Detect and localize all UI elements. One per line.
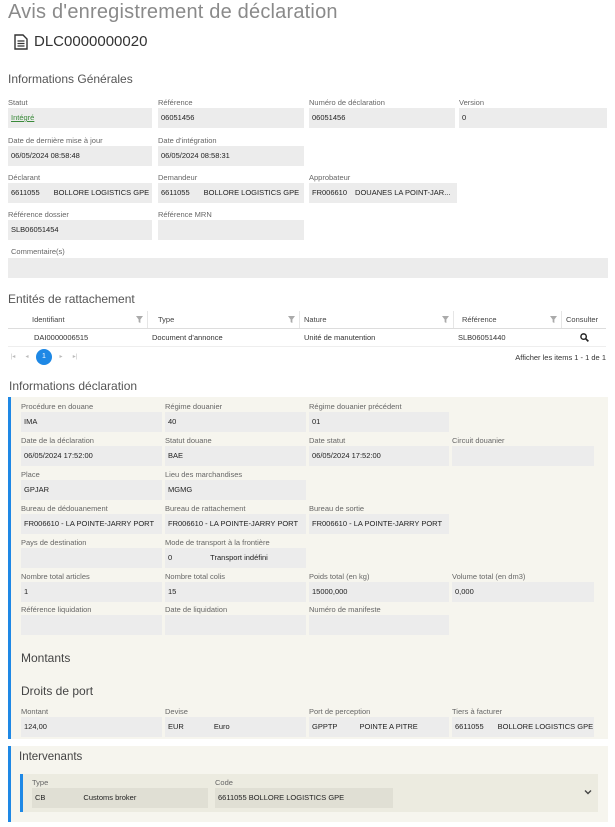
field-approbateur: Approbateur FR006610 DOUANES LA POINT-JAR… <box>309 173 457 203</box>
field-tiers: Tiers à facturer 6611055 BOLLORE LOGISTIC… <box>452 707 594 737</box>
field-bureau-sortie: Bureau de sortie FR006610 - LA POINTE-JA… <box>309 504 449 534</box>
field-devise: Devise EUR Euro <box>165 707 306 737</box>
document-icon <box>14 33 28 50</box>
page-title: Avis d'enregistrement de déclaration <box>8 1 338 23</box>
field-port-perception: Port de perception GPPTP POINTE A PITRE <box>309 707 449 737</box>
field-date-maj: Date de dernière mise à jour 06/05/2024 … <box>8 136 152 166</box>
section-title-info-declaration: Informations déclaration <box>9 379 138 393</box>
filter-icon[interactable] <box>136 316 143 323</box>
field-statut: Statut Intégré <box>8 98 152 128</box>
field-nb-colis: Nombre total colis 15 <box>165 572 306 602</box>
col-identifiant[interactable]: Identifiant <box>8 311 148 328</box>
field-demandeur: Demandeur 6611055 BOLLORE LOGISTICS GPE <box>158 173 304 203</box>
field-date-statut: Date statut 06/05/2024 17:52:00 <box>309 436 449 466</box>
field-ref-liquidation: Référence liquidation <box>21 605 162 635</box>
prev-page-icon[interactable]: ◂ <box>22 352 32 362</box>
col-nature[interactable]: Nature <box>300 311 454 328</box>
field-bureau-rattachement: Bureau de rattachement FR006610 - LA POI… <box>165 504 306 534</box>
field-nb-articles: Nombre total articles 1 <box>21 572 162 602</box>
section-title-info-generales: Informations Générales <box>8 72 133 86</box>
field-circuit: Circuit douanier <box>452 436 594 466</box>
field-ref-dossier: Référence dossier SLB06051454 <box>8 210 152 240</box>
field-date-integration: Date d'intégration 06/05/2024 08:58:31 <box>158 136 304 166</box>
field-lieu-marchandises: Lieu des marchandises MGMG <box>165 470 306 500</box>
field-volume: Volume total (en dm3) 0,000 <box>452 572 594 602</box>
field-procedure: Procédure en douane IMA <box>21 402 162 432</box>
field-mode-transport: Mode de transport à la frontière 0 Transp… <box>165 538 306 568</box>
field-num-declaration: Numéro de déclaration 06051456 <box>309 98 455 128</box>
field-place: Place GPJAR <box>21 470 162 500</box>
grid-header: Identifiant Type Nature Référence Consul… <box>8 311 606 329</box>
doc-id-row: DLC0000000020 <box>14 33 147 50</box>
field-reference: Référence 06051456 <box>158 98 304 128</box>
filter-icon[interactable] <box>288 316 295 323</box>
search-icon[interactable] <box>580 333 589 342</box>
first-page-icon[interactable]: |◂ <box>8 352 18 362</box>
entites-grid: Identifiant Type Nature Référence Consul… <box>8 311 606 347</box>
field-poids: Poids total (en kg) 15000,000 <box>309 572 449 602</box>
field-num-manifeste: Numéro de manifeste <box>309 605 449 635</box>
field-pays-destination: Pays de destination <box>21 538 162 568</box>
table-row[interactable]: DAI0000006515 Document d'annonce Unité d… <box>8 329 606 347</box>
field-statut-douane: Statut douane BAE <box>165 436 306 466</box>
chevron-down-icon[interactable] <box>584 788 592 796</box>
last-page-icon[interactable]: ▸| <box>70 352 80 362</box>
field-declarant: Déclarant 6611055 BOLLORE LOGISTICS GPE <box>8 173 152 203</box>
field-date-liquidation: Date de liquidation <box>165 605 306 635</box>
col-consulter: Consulter <box>566 315 599 324</box>
filter-icon[interactable] <box>442 316 449 323</box>
field-regime-prec: Régime douanier précédent 01 <box>309 402 449 432</box>
col-reference[interactable]: Référence <box>454 311 562 328</box>
field-version: Version 0 <box>459 98 607 128</box>
pager: |◂ ◂ 1 ▸ ▸| Afficher les items 1 - 1 de … <box>8 349 606 365</box>
field-intervenant-type: Type CB Customs broker <box>32 778 208 808</box>
field-intervenant-code: Code 6611055 BOLLORE LOGISTICS GPE <box>215 778 393 808</box>
field-date-declaration: Date de la déclaration 06/05/2024 17:52:… <box>21 436 162 466</box>
field-regime: Régime douanier 40 <box>165 402 306 432</box>
field-ref-mrn: Référence MRN <box>158 210 304 240</box>
subsection-droits-port: Droits de port <box>21 684 94 698</box>
current-page-button[interactable]: 1 <box>36 349 52 365</box>
field-montant: Montant 124,00 <box>21 707 162 737</box>
next-page-icon[interactable]: ▸ <box>56 352 66 362</box>
doc-id: DLC0000000020 <box>34 33 148 50</box>
subsection-intervenants: Intervenants <box>19 751 83 763</box>
filter-icon[interactable] <box>550 316 557 323</box>
col-type[interactable]: Type <box>148 311 300 328</box>
subsection-montants: Montants <box>21 651 71 665</box>
section-title-entites: Entités de rattachement <box>8 292 135 306</box>
pager-info: Afficher les items 1 - 1 de 1 <box>515 352 606 362</box>
field-bureau-dedouanement: Bureau de dédouanement FR006610 - LA POI… <box>21 504 162 534</box>
field-commentaires: Commentaire(s) <box>8 247 608 278</box>
statut-link[interactable]: Intégré <box>11 113 34 122</box>
